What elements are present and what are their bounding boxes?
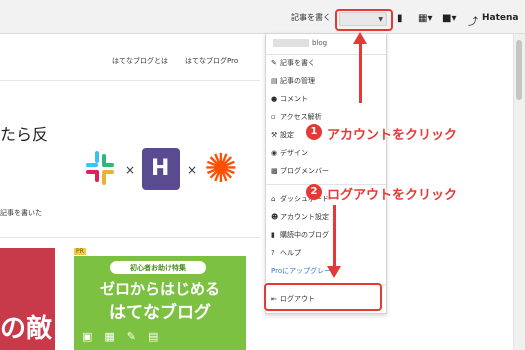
pencil-icon: ✎ <box>271 59 277 67</box>
arrow-shaft <box>333 205 336 266</box>
step-1-badge: 1 <box>306 124 322 140</box>
palette-icon: ◉ <box>271 149 278 157</box>
write-article-link[interactable]: 記事を書く <box>291 12 331 23</box>
message-icon[interactable]: ■▾ <box>442 13 456 24</box>
banner-line2: はてなブログ <box>109 303 211 323</box>
comment-icon: ● <box>271 95 278 103</box>
menu-item-manage[interactable]: ▤ 記事の管理 <box>271 76 315 86</box>
document-icon: ▤ <box>271 77 278 85</box>
article-thumbnail[interactable]: の敵 <box>0 248 55 350</box>
banner-pill: 初心者お助け特集 <box>110 261 206 274</box>
menu-item-comments[interactable]: ● コメント <box>271 94 308 104</box>
menu-item-analytics[interactable]: ▫ アクセス解析 <box>271 112 322 122</box>
account-menu: blog ✎ 記事を書く ▤ 記事の管理 ● コメント ▫ アクセス解析 ⚒ 設定 ◉ デザ… <box>265 33 387 314</box>
nav-about-link[interactable]: はてなブログとは <box>112 56 168 66</box>
times-sign: × <box>125 163 136 177</box>
grid-icon[interactable]: ▦▾ <box>418 13 432 24</box>
user-icon: ☻ <box>271 213 279 221</box>
highlight-account-box <box>335 9 393 31</box>
help-icon: ? <box>271 249 275 257</box>
slack-logo-icon <box>86 151 114 185</box>
menu-item-subscriptions[interactable]: ▮ 購読中のブログ <box>271 230 329 240</box>
times-sign: × <box>187 163 198 177</box>
users-icon: ▩ <box>271 167 278 175</box>
thumbnail-text: の敵 <box>0 314 53 344</box>
blurred-blog-title <box>273 39 309 47</box>
hatena-h-logo-icon: H <box>142 148 180 190</box>
article-headline[interactable]: たら反 <box>0 121 48 145</box>
hatena-label[interactable]: Hatena <box>482 13 519 23</box>
step-1-text: アカウントをクリック <box>327 128 458 143</box>
article-subtext: 記事を書いた <box>0 209 42 217</box>
promo-banner[interactable]: 初心者お助け特集 ゼロからはじめる はてなブログ ▣▦✎▤ <box>74 256 246 350</box>
chart-icon: ▫ <box>271 113 276 121</box>
divider <box>0 80 260 81</box>
highlight-logout-box <box>264 283 382 311</box>
menu-item-account-settings[interactable]: ☻ アカウント設定 <box>271 212 329 222</box>
menu-separator <box>266 54 386 55</box>
arrow-shaft <box>359 43 362 103</box>
blog-name[interactable]: blog <box>273 39 327 47</box>
step-2-badge: 2 <box>306 184 322 200</box>
step-2-text: ログアウトをクリック <box>327 188 458 203</box>
scroll-thumb[interactable] <box>516 40 522 100</box>
menu-item-design[interactable]: ◉ デザイン <box>271 148 308 158</box>
bookmark-icon: ▮ <box>271 231 275 239</box>
arrow-down-icon <box>327 266 341 278</box>
bookmark-icon[interactable]: ▮ <box>397 13 403 24</box>
banner-line1: ゼロからはじめる <box>99 280 220 298</box>
menu-item-help[interactable]: ? ヘルプ <box>271 248 301 258</box>
menu-item-members[interactable]: ▩ ブログメンバー <box>271 166 329 176</box>
banner-icons: ▣▦✎▤ <box>82 330 171 343</box>
nav-pro-link[interactable]: はてなブログPro <box>185 56 238 66</box>
zapier-logo-icon: ✺ <box>204 146 238 192</box>
home-icon: ⌂ <box>271 195 276 203</box>
divider <box>0 237 260 238</box>
menu-item-settings[interactable]: ⚒ 設定 <box>271 130 294 140</box>
hatena-logo-icon: ⤴ <box>468 17 478 28</box>
wrench-icon: ⚒ <box>271 131 278 139</box>
pr-badge: PR <box>74 248 86 255</box>
menu-item-write[interactable]: ✎ 記事を書く <box>271 58 315 68</box>
